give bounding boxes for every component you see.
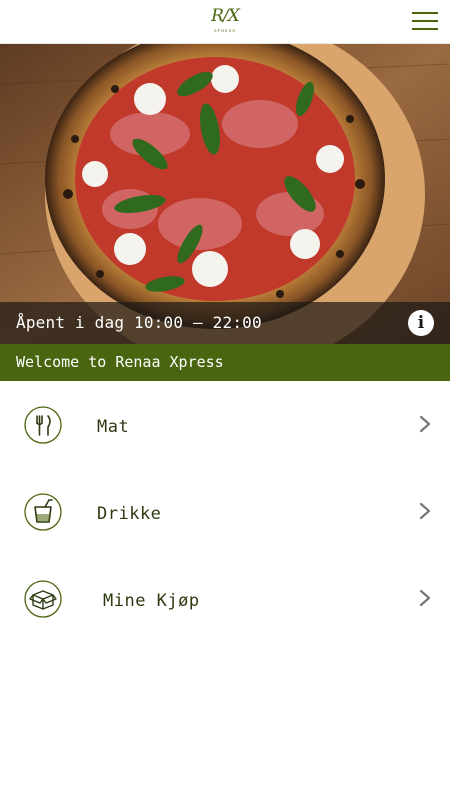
chevron-right-icon <box>419 502 431 520</box>
renaa-xpress-logo[interactable]: R/X XPRESS <box>205 4 245 40</box>
menu-item-label: Mine Kjøp <box>103 591 200 611</box>
box-icon <box>24 580 62 618</box>
drink-glass-icon <box>24 493 62 531</box>
opening-hours-text: Åpent i dag 10:00 – 22:00 <box>16 313 262 332</box>
hero-banner: Åpent i dag 10:00 – 22:00 i <box>0 44 450 344</box>
menu-item-drikke[interactable]: Drikke <box>0 468 450 555</box>
menu-item-mine-kjop[interactable]: Mine Kjøp <box>0 555 450 642</box>
hamburger-menu-icon[interactable] <box>412 8 438 34</box>
pizza-photo <box>0 44 450 344</box>
opening-hours-bar: Åpent i dag 10:00 – 22:00 i <box>0 302 450 344</box>
menu-item-label: Mat <box>97 417 130 437</box>
chevron-right-icon <box>419 415 431 433</box>
menu-item-label: Drikke <box>97 504 162 524</box>
welcome-text: Welcome to Renaa Xpress <box>16 353 224 371</box>
chevron-right-icon <box>419 589 431 607</box>
logo-mark: R/X <box>211 6 240 26</box>
info-icon[interactable]: i <box>408 310 434 336</box>
fork-knife-icon <box>24 406 62 444</box>
welcome-banner: Welcome to Renaa Xpress <box>0 344 450 381</box>
main-menu-list: Mat Drikke Mine Kjøp <box>0 381 450 642</box>
logo-subtitle: XPRESS <box>213 28 237 33</box>
top-bar: R/X XPRESS <box>0 0 450 44</box>
menu-item-mat[interactable]: Mat <box>0 381 450 468</box>
